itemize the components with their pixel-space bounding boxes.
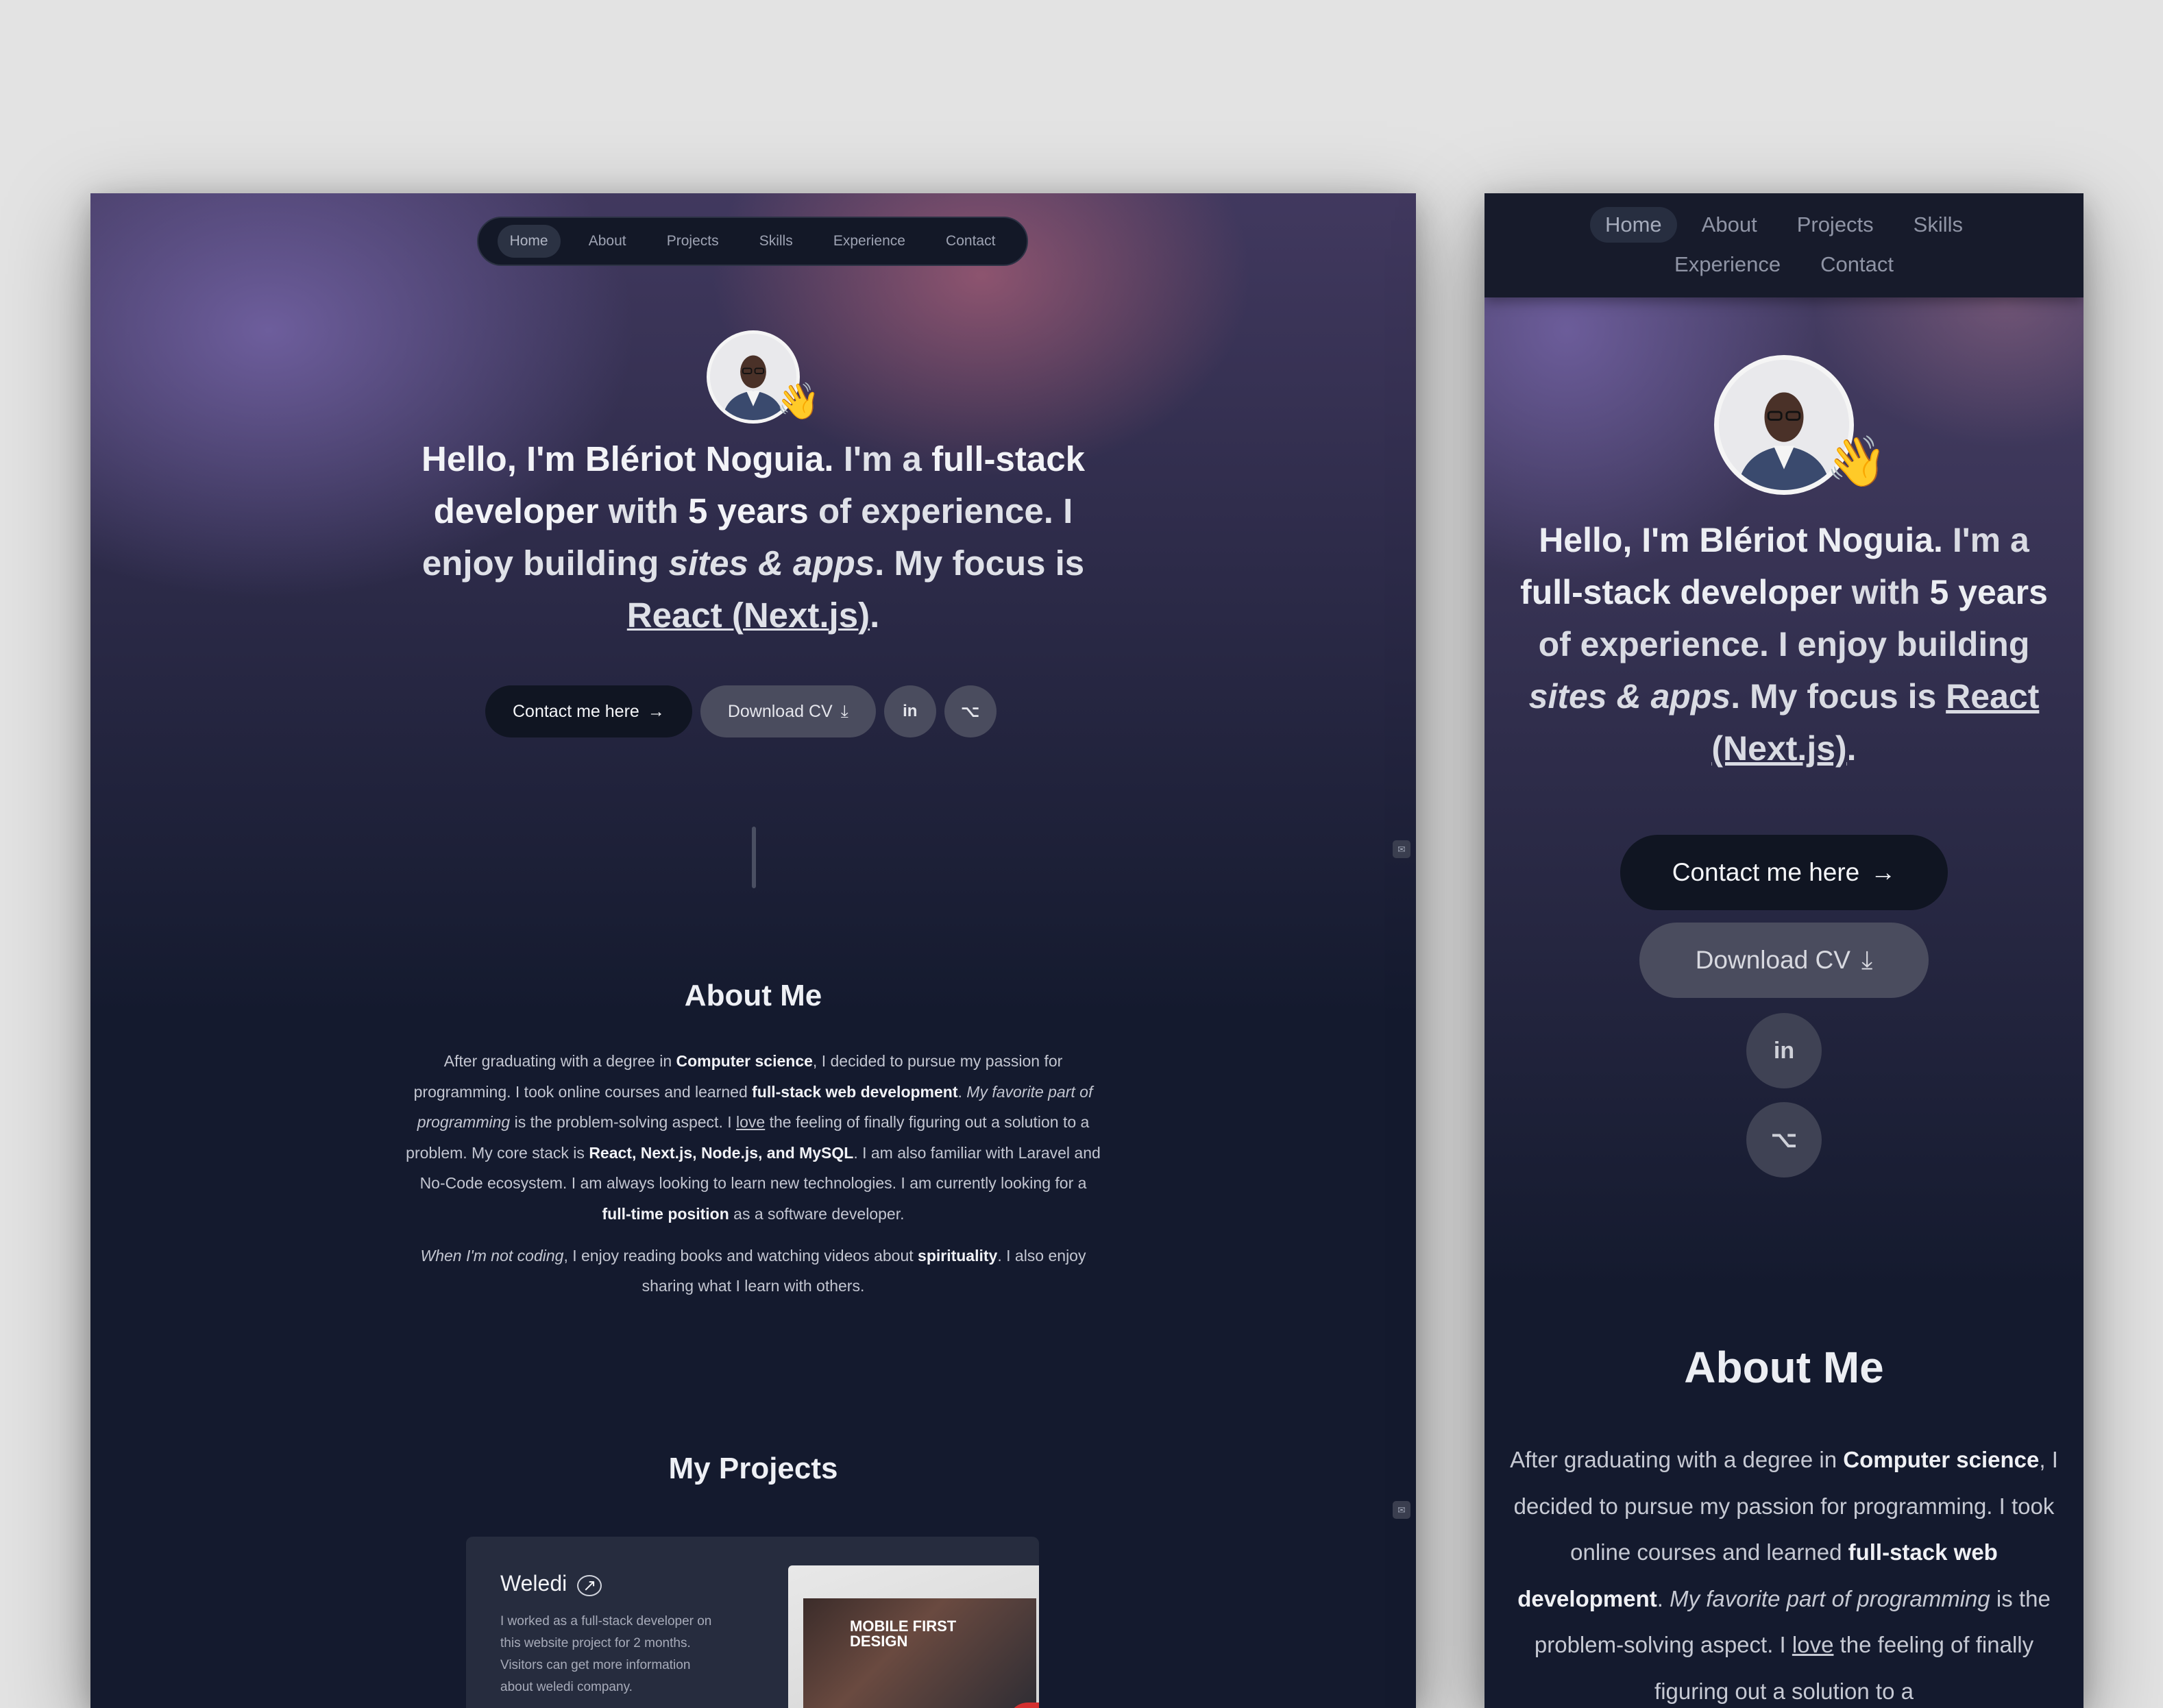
projects-title: My Projects	[668, 1452, 838, 1485]
hero-actions: Contact me here → Download CV ⤓ in ⌥	[485, 685, 997, 737]
about-title: About Me	[684, 979, 822, 1012]
about-text: After graduating with a degree in Comput…	[1505, 1437, 2063, 1708]
download-icon: ⤓	[1861, 945, 1873, 974]
contact-button[interactable]: Contact me here →	[485, 685, 692, 737]
linkedin-button[interactable]: in	[883, 685, 936, 737]
about-paragraph: When I'm not coding, I enjoy reading boo…	[420, 1246, 1086, 1295]
linkedin-button[interactable]: in	[1746, 1013, 1822, 1088]
main-nav: Home About Projects Skills Experience Co…	[477, 217, 1028, 266]
external-link-icon[interactable]: ↗	[577, 1575, 602, 1596]
nav-projects[interactable]: Projects	[1782, 207, 1889, 243]
download-cv-button[interactable]: Download CV ⤓	[700, 685, 876, 737]
main-nav: Home About Projects Skills Experience Co…	[1484, 193, 2083, 297]
nav-skills[interactable]: Skills	[1898, 207, 1978, 243]
focus-link[interactable]: React (Next.js)	[627, 596, 870, 635]
github-icon: ⌥	[960, 702, 980, 721]
project-screenshot: MOBILE FIRST DESIGN	[788, 1565, 1039, 1708]
download-cv-button[interactable]: Download CV ⤓	[1639, 923, 1929, 998]
nav-projects[interactable]: Projects	[655, 225, 731, 258]
section-divider	[752, 827, 756, 888]
github-button[interactable]: ⌥	[1746, 1102, 1822, 1178]
hero-intro: Hello, I'm Blériot Noguia. I'm a full-st…	[1520, 521, 2048, 768]
download-icon: ⤓	[840, 701, 848, 721]
linkedin-icon: in	[1773, 1037, 1795, 1064]
wave-icon: 👋	[1826, 435, 1887, 489]
nav-experience[interactable]: Experience	[1659, 247, 1796, 282]
arrow-right-icon: →	[1870, 858, 1896, 886]
nav-contact[interactable]: Contact	[1805, 247, 1909, 282]
nav-home[interactable]: Home	[1589, 207, 1677, 243]
about-paragraph: After graduating with a degree in Comput…	[406, 1052, 1101, 1223]
contact-button[interactable]: Contact me here →	[1620, 835, 1948, 910]
linkedin-icon: in	[903, 702, 918, 720]
nav-home[interactable]: Home	[497, 225, 561, 258]
project-card[interactable]: Weledi ↗ I worked as a full-stack develo…	[466, 1537, 1039, 1708]
project-description: I worked as a full-stack developer on th…	[500, 1614, 712, 1694]
hero-intro: Hello, I'm Blériot Noguia. I'm a full-st…	[421, 439, 1085, 635]
nav-about[interactable]: About	[1687, 207, 1772, 243]
nav-contact[interactable]: Contact	[933, 225, 1007, 258]
desktop-preview: Home About Projects Skills Experience Co…	[90, 193, 1416, 1708]
nav-skills[interactable]: Skills	[747, 225, 805, 258]
nav-about[interactable]: About	[576, 225, 639, 258]
project-image-caption: MOBILE FIRST DESIGN	[850, 1618, 957, 1650]
mobile-preview: Home About Projects Skills Experience Co…	[1484, 193, 2083, 1708]
about-title: About Me	[1684, 1343, 1884, 1392]
mail-icon[interactable]: ✉	[1393, 840, 1410, 858]
mail-icon[interactable]: ✉	[1393, 1501, 1410, 1519]
github-icon: ⌥	[1770, 1127, 1798, 1153]
project-title: Weledi ↗	[500, 1571, 602, 1596]
about-paragraph: After graduating with a degree in Comput…	[1510, 1447, 2058, 1704]
arrow-right-icon: →	[647, 701, 665, 721]
nav-experience[interactable]: Experience	[821, 225, 918, 258]
wave-icon: 👋	[776, 382, 820, 422]
github-button[interactable]: ⌥	[944, 685, 997, 737]
about-text: After graduating with a degree in Comput…	[406, 1046, 1101, 1302]
